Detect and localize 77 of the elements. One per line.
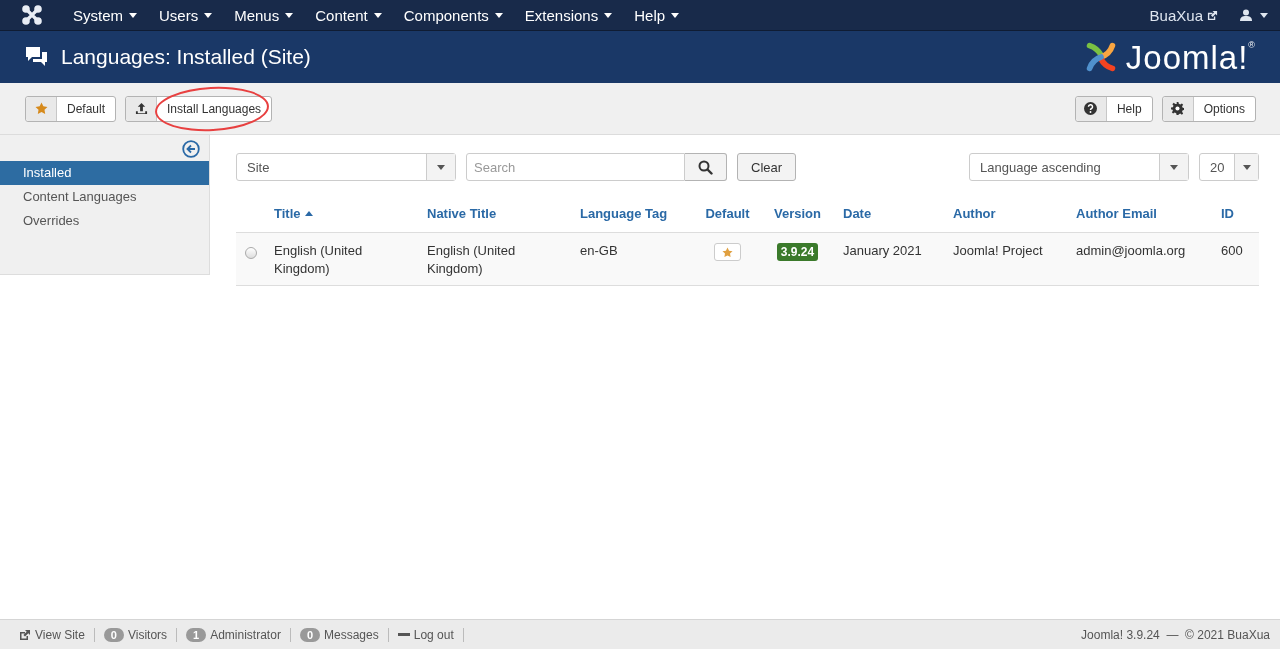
caret-icon xyxy=(285,12,294,18)
sidebar-item[interactable]: Content Languages xyxy=(0,185,209,209)
caret-icon xyxy=(604,12,613,18)
table-cell-text: English (United Kingdom) xyxy=(273,242,364,278)
column-header[interactable]: Title xyxy=(270,195,423,232)
menu-item[interactable]: Components xyxy=(392,6,514,24)
joomla-logo-icon[interactable] xyxy=(22,5,42,25)
chat-bubbles-icon xyxy=(24,46,49,68)
caret-icon xyxy=(304,211,313,216)
menu-item[interactable]: System xyxy=(62,6,148,24)
toolbar-button[interactable]: Default xyxy=(25,95,117,122)
copyright-text: Joomla! 3.9.24 — © 2021 BuaXua xyxy=(1081,627,1270,642)
menu-item[interactable]: Users xyxy=(148,6,224,24)
user-menu[interactable] xyxy=(1240,9,1268,21)
search-icon xyxy=(698,159,713,175)
column-header[interactable]: Author xyxy=(949,195,1072,232)
table-cell-text: January 2021 xyxy=(842,242,923,260)
caret-icon xyxy=(204,12,213,18)
count-badge: 1 xyxy=(186,627,207,642)
column-header[interactable]: Date xyxy=(839,195,949,232)
caret-icon xyxy=(1170,164,1178,170)
logo-text: Joomla!$^{®}$ xyxy=(1125,40,1256,74)
default-toggle-button[interactable] xyxy=(714,243,741,261)
column-header[interactable]: Version xyxy=(756,195,839,232)
caret-icon xyxy=(437,164,445,170)
caret-icon xyxy=(1260,12,1268,18)
caret-icon xyxy=(373,12,382,18)
star-icon xyxy=(34,102,48,115)
help-icon xyxy=(1084,102,1098,115)
column-header[interactable]: Default xyxy=(699,195,756,232)
user-icon xyxy=(1240,9,1252,21)
ordering-select[interactable]: Language ascending xyxy=(969,153,1189,181)
search-button[interactable] xyxy=(685,153,727,181)
minus-icon xyxy=(397,632,410,637)
column-header[interactable]: Native Title xyxy=(423,195,576,232)
caret-icon xyxy=(1242,164,1251,170)
column-header[interactable]: Author Email xyxy=(1072,195,1217,232)
site-link[interactable]: BuaXua xyxy=(1149,6,1218,24)
table-cell-text: en-GB xyxy=(579,242,619,260)
version-badge: 3.9.24 xyxy=(776,243,819,261)
column-header[interactable]: ID xyxy=(1217,195,1259,232)
table-cell-text: admin@joomla.org xyxy=(1075,242,1187,260)
clear-button[interactable]: Clear xyxy=(737,153,797,181)
row-radio[interactable] xyxy=(245,247,257,259)
external-link-icon xyxy=(19,628,31,641)
table-cell-text: 600 xyxy=(1220,242,1244,260)
sidebar-item[interactable]: Installed xyxy=(0,161,209,185)
table-cell-text: Joomla! Project xyxy=(952,242,1044,260)
toolbar-button[interactable]: Install Languages xyxy=(125,95,273,122)
column-header[interactable]: Language Tag xyxy=(576,195,699,232)
status-link[interactable]: Visitors xyxy=(127,627,168,642)
star-icon xyxy=(722,246,733,258)
client-select[interactable]: Site xyxy=(236,153,456,181)
toolbar-button[interactable]: Options xyxy=(1161,95,1256,122)
external-link-icon xyxy=(1207,9,1218,21)
count-badge: 0 xyxy=(103,627,124,642)
upload-icon xyxy=(134,102,148,115)
status-link[interactable]: View Site xyxy=(35,627,85,642)
collapse-sidebar-icon[interactable] xyxy=(182,140,200,158)
caret-icon xyxy=(671,12,680,18)
settings-icon xyxy=(1171,102,1185,115)
status-link[interactable]: Messages xyxy=(324,627,379,642)
toolbar-button[interactable]: Help xyxy=(1074,95,1153,122)
status-link[interactable]: Log out xyxy=(413,627,454,642)
table-cell-text: English (United Kingdom) xyxy=(426,242,517,278)
search-field[interactable]: Search xyxy=(466,153,685,181)
sidebar-item[interactable]: Overrides xyxy=(0,209,209,233)
page-title: Languages: Installed (Site) xyxy=(61,45,312,69)
menu-item[interactable]: Help xyxy=(623,6,691,24)
menu-item[interactable]: Menus xyxy=(223,6,305,24)
caret-icon xyxy=(494,12,503,18)
limit-select[interactable]: 20 xyxy=(1199,153,1259,181)
status-link[interactable]: Administrator xyxy=(210,627,281,642)
menu-item[interactable]: Content xyxy=(304,6,393,24)
count-badge: 0 xyxy=(299,627,320,642)
menu-item[interactable]: Extensions xyxy=(513,6,624,24)
caret-icon xyxy=(129,12,137,18)
